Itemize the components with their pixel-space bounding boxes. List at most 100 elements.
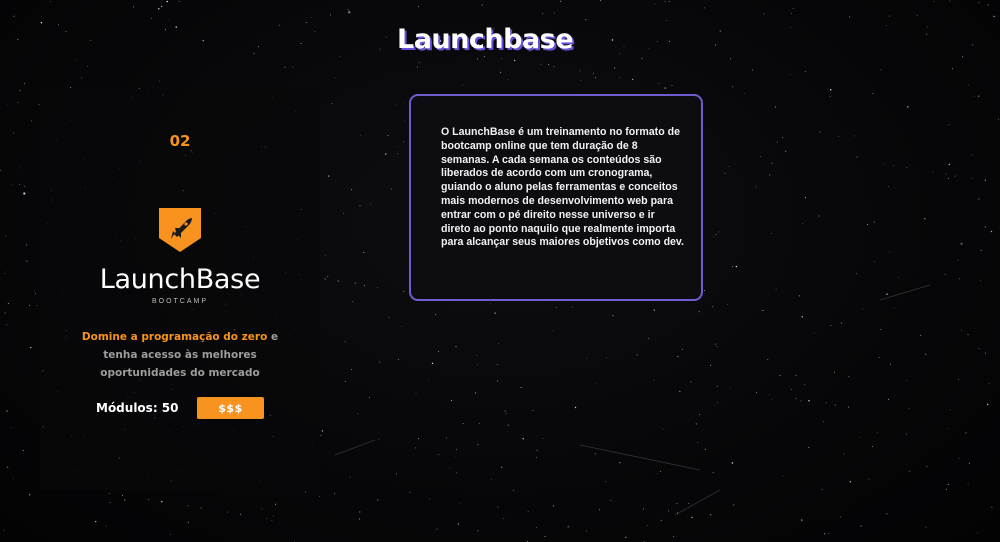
star (418, 61, 420, 63)
star (378, 361, 381, 363)
star (494, 312, 496, 314)
description-highlight: Domine a programação do zero (81, 331, 268, 343)
star (841, 322, 843, 324)
star (498, 343, 500, 344)
star (455, 455, 457, 457)
star (391, 188, 392, 190)
star (666, 19, 668, 21)
star (438, 453, 440, 455)
star (976, 532, 978, 534)
star (271, 520, 273, 522)
star (505, 413, 507, 414)
star (834, 371, 836, 373)
price-button[interactable]: $$$ (197, 397, 264, 419)
star (883, 162, 885, 164)
star (334, 77, 336, 79)
star (497, 380, 499, 382)
star (507, 78, 509, 80)
star (359, 511, 361, 513)
star (971, 177, 973, 179)
course-card: 02 LaunchBase BOOTCAMP Domine a programa… (40, 90, 320, 490)
star (574, 406, 577, 409)
star (988, 382, 990, 384)
star (418, 438, 420, 439)
star (105, 525, 107, 527)
star (11, 183, 13, 185)
star (905, 433, 907, 435)
star (436, 528, 438, 530)
star (403, 141, 405, 143)
star (872, 93, 874, 95)
star (710, 364, 711, 366)
star (791, 12, 793, 14)
star (984, 226, 986, 228)
star (542, 438, 544, 439)
star (359, 205, 361, 207)
star (933, 0, 935, 2)
star (871, 445, 873, 447)
star (34, 293, 36, 295)
star (481, 4, 483, 6)
star (636, 354, 638, 356)
star (990, 230, 993, 233)
star (763, 13, 765, 15)
star (653, 309, 655, 311)
star (695, 423, 697, 425)
star (642, 508, 644, 510)
star (169, 533, 171, 535)
star (767, 359, 769, 360)
star (677, 356, 679, 357)
star (993, 15, 995, 18)
star (95, 520, 97, 523)
star (500, 466, 503, 468)
star (631, 78, 634, 81)
star (729, 387, 731, 389)
star (352, 301, 354, 303)
star (70, 87, 71, 88)
star (36, 304, 38, 306)
star (401, 326, 403, 328)
star (676, 503, 678, 505)
star (148, 499, 150, 501)
star (688, 503, 690, 504)
star (536, 449, 538, 451)
star (625, 536, 627, 539)
star-streak (579, 444, 701, 471)
star (477, 530, 479, 532)
info-text: O LaunchBase é um treinamento no formato… (441, 126, 684, 249)
star (321, 430, 324, 432)
star (500, 57, 502, 59)
star (559, 0, 562, 3)
star (681, 348, 683, 350)
star (947, 428, 949, 430)
star (798, 295, 801, 297)
star (849, 16, 851, 18)
star (324, 255, 326, 257)
star (429, 498, 430, 500)
star (704, 290, 705, 292)
modules-count: Módulos: 50 (96, 401, 179, 415)
star (586, 530, 587, 532)
star (604, 481, 606, 483)
star (522, 438, 524, 440)
star (792, 8, 794, 10)
star (819, 131, 821, 133)
star (668, 510, 669, 512)
star (350, 369, 352, 371)
star (804, 71, 806, 72)
star (397, 358, 399, 360)
star (997, 118, 999, 120)
star (954, 175, 956, 177)
star (409, 491, 411, 493)
star (888, 398, 890, 400)
star (292, 66, 294, 68)
star (331, 103, 333, 105)
star (328, 175, 330, 177)
star (459, 502, 461, 504)
star (775, 288, 777, 290)
star (304, 491, 306, 493)
brand-subtitle: BOOTCAMP (151, 298, 209, 305)
star (690, 381, 692, 383)
star (3, 529, 5, 531)
star (664, 87, 666, 89)
